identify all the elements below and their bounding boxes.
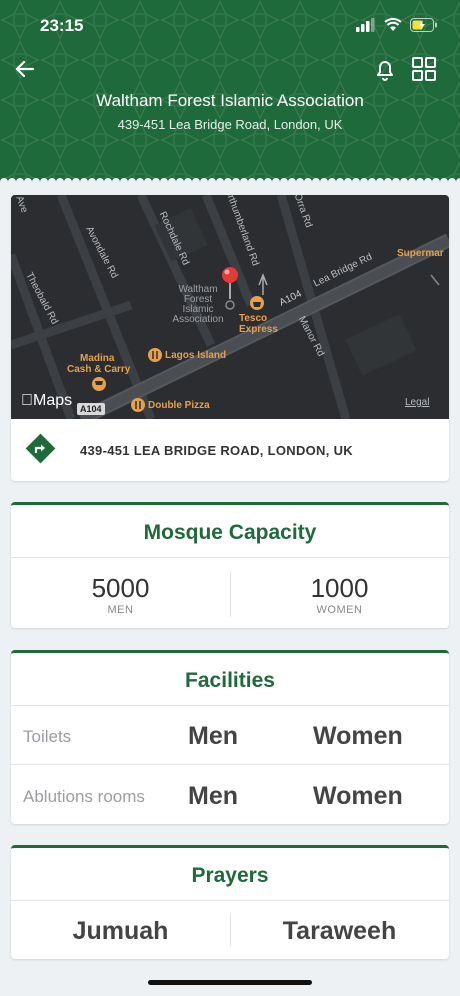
legal-link[interactable]: Legal (405, 397, 429, 408)
wifi-icon (384, 18, 402, 31)
cellular-signal-icon (356, 18, 375, 32)
divider (11, 557, 449, 558)
divider (11, 900, 449, 901)
map-poi-lagos: Lagos Island (165, 350, 227, 361)
home-indicator[interactable] (148, 980, 312, 985)
prayer-jumuah[interactable]: Jumuah (11, 917, 230, 946)
apple-icon:  (21, 392, 33, 409)
capacity-card: Mosque Capacity 5000 MEN 1000 WOMEN (11, 502, 449, 628)
divider (11, 705, 449, 706)
men-capacity-value: 5000 (91, 573, 150, 603)
status-icons (356, 18, 438, 32)
divider (11, 764, 449, 765)
bell-icon[interactable] (372, 56, 398, 82)
back-arrow-icon[interactable] (12, 56, 38, 82)
shopping-basket-icon (250, 296, 264, 310)
header: 23:15 Waltham Forest Islamic Association… (0, 0, 460, 182)
facilities-card: Facilities Toilets Men Women Ablutions r… (11, 650, 449, 824)
facility-men: Men (188, 722, 238, 750)
map-poi-supermarket: Supermar (397, 248, 444, 259)
facility-women: Women (313, 722, 403, 750)
address-text: 439-451 LEA BRIDGE ROAD, LONDON, UK (80, 443, 353, 458)
mosque-header-address: 439-451 Lea Bridge Road, London, UK (117, 117, 343, 132)
women-capacity-label: WOMEN (316, 604, 363, 616)
road-shield: A104 (77, 403, 105, 415)
mosque-name: Waltham Forest Islamic Association (96, 91, 364, 110)
directions-icon[interactable] (25, 433, 56, 464)
restaurant-icon (148, 348, 162, 362)
prayer-taraweeh[interactable]: Taraweeh (230, 917, 449, 946)
map-view[interactable]: Ave Avondale Rd Rochdale Rd Northumberla… (11, 195, 449, 419)
women-capacity-value: 1000 (310, 573, 369, 603)
map-poi-madina: Madina Cash & Carry (67, 353, 131, 375)
prayers-title: Prayers (191, 864, 269, 887)
facility-men: Men (188, 782, 238, 810)
men-capacity-label: MEN (107, 604, 134, 616)
header-scalloped-edge (0, 174, 460, 182)
restaurant-icon (131, 398, 145, 412)
prayers-card: Prayers Jumuah Taraweeh (11, 845, 449, 959)
status-bar: 23:15 (0, 14, 460, 40)
location-card: Ave Avondale Rd Rochdale Rd Northumberla… (11, 195, 449, 481)
apple-maps-logo: Maps (21, 392, 72, 409)
facility-women: Women (313, 782, 403, 810)
grid-icon[interactable] (411, 56, 437, 82)
shopping-cart-icon (92, 377, 106, 391)
location-pin-icon[interactable] (219, 265, 241, 313)
map-poi-pizza: Double Pizza (148, 400, 210, 411)
facility-label: Ablutions rooms (23, 787, 145, 806)
map-poi-tesco: Tesco Express (239, 313, 278, 335)
address-row[interactable]: 439-451 LEA BRIDGE ROAD, LONDON, UK (11, 419, 449, 481)
facility-label: Toilets (23, 727, 72, 746)
capacity-title: Mosque Capacity (143, 521, 317, 544)
facilities-title: Facilities (185, 669, 275, 692)
status-time: 23:15 (40, 16, 84, 35)
battery-charging-icon (410, 18, 437, 32)
